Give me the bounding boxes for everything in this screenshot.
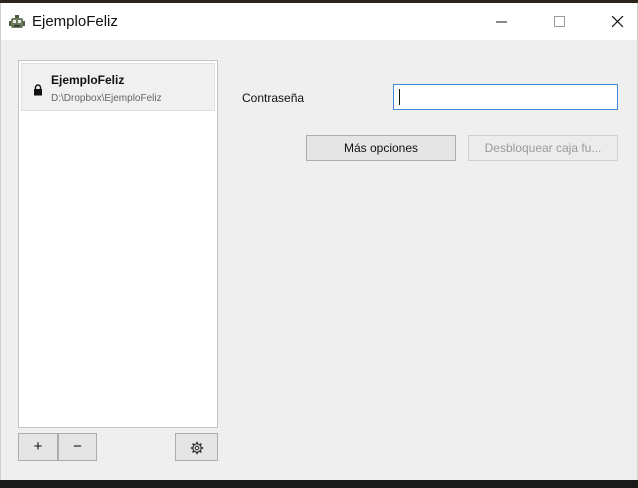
close-button[interactable] [595, 3, 638, 40]
maximize-button[interactable] [537, 3, 583, 40]
window-title: EjemploFeliz [32, 13, 118, 30]
vault-path: D:\Dropbox\EjemploFeliz [51, 93, 162, 104]
minimize-icon [496, 21, 507, 23]
password-label: Contraseña [242, 91, 305, 105]
app-window: EjemploFeliz EjemploFeliz D:\Dropbox\Eje… [0, 3, 638, 480]
minimize-button[interactable] [479, 3, 525, 40]
lock-icon [33, 83, 43, 96]
password-field[interactable] [393, 84, 618, 110]
title-bar[interactable]: EjemploFeliz [1, 3, 637, 40]
settings-button[interactable] [175, 433, 218, 461]
unlock-vault-button[interactable]: Desbloquear caja fu... [468, 135, 618, 161]
vault-list-item[interactable]: EjemploFeliz D:\Dropbox\EjemploFeliz [21, 63, 215, 111]
more-options-button[interactable]: Más opciones [306, 135, 456, 161]
text-caret [399, 89, 400, 105]
vault-list: EjemploFeliz D:\Dropbox\EjemploFeliz [18, 60, 218, 428]
maximize-icon [554, 16, 565, 27]
remove-vault-button[interactable]: − [58, 433, 97, 461]
app-robot-icon [8, 13, 26, 31]
vault-name: EjemploFeliz [51, 73, 125, 87]
add-vault-button[interactable]: + [18, 433, 58, 461]
close-icon [612, 16, 624, 28]
gear-icon [190, 441, 204, 455]
desktop-bottom-strip [0, 480, 638, 488]
